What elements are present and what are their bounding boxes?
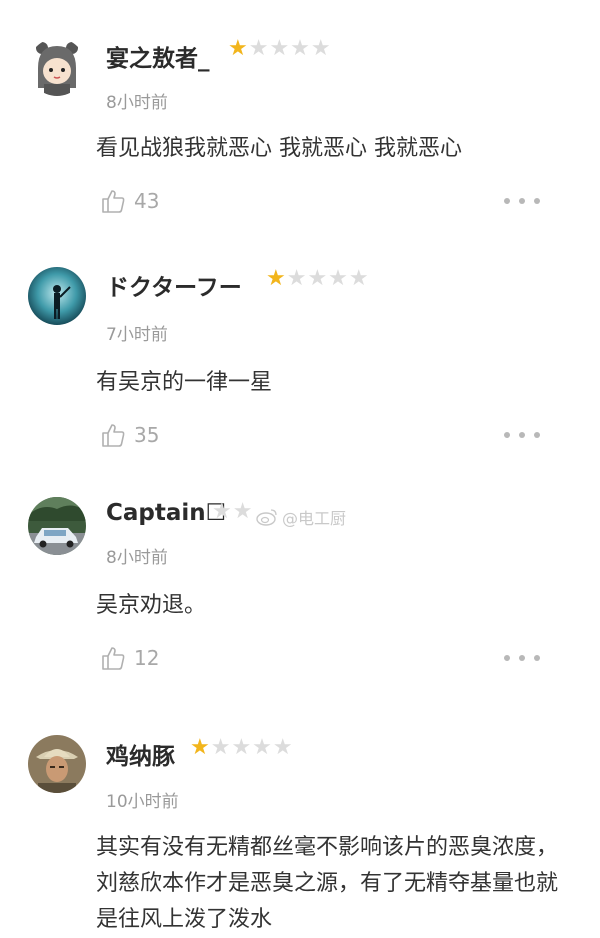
user-avatar[interactable] <box>28 38 86 96</box>
weibo-icon <box>256 509 277 526</box>
more-options-button[interactable] <box>504 430 540 440</box>
dot-icon <box>504 655 510 661</box>
watermark-text: @电工厨 <box>282 509 347 528</box>
review-text: 有吴京的一律一星 <box>96 370 273 395</box>
like-count: 43 <box>134 189 160 213</box>
weibo-watermark: @电工厨 <box>256 505 346 529</box>
review-time: 10小时前 <box>106 792 179 812</box>
user-avatar[interactable] <box>28 735 86 793</box>
review-text: 吴京劝退。 <box>96 593 207 618</box>
username[interactable]: 鸡纳豚 <box>106 737 175 771</box>
silhouette-teal-avatar-icon <box>28 267 86 325</box>
star-empty-icon: ★★★★ <box>286 266 370 291</box>
star-empty-icon: ★★★★ <box>210 735 294 760</box>
dot-icon <box>519 198 525 204</box>
username[interactable]: ドクターフー <box>106 268 242 302</box>
more-options-button[interactable] <box>504 653 540 663</box>
review-item: 鸡纳豚 ★★★★★ 10小时前 其实有没有无精都丝毫不影响该片的恶臭浓度，刘慈欣… <box>0 710 600 932</box>
like-count: 12 <box>134 646 160 670</box>
more-options-button[interactable] <box>504 196 540 206</box>
cartoon-bear-hood-avatar-icon <box>28 38 86 96</box>
review-item: ドクターフー ★★★★★ 7小时前 有吴京的一律一星 35 <box>0 235 600 470</box>
like-count: 35 <box>134 423 160 447</box>
username[interactable]: 宴之敖者_ <box>106 39 210 73</box>
star-rating: ★★ <box>212 499 253 524</box>
thumbs-up-icon <box>102 647 125 670</box>
review-text: 看见战狼我就恶心 我就恶心 我就恶心 <box>96 136 462 161</box>
star-empty-icon: ★★ <box>212 499 254 524</box>
dot-icon <box>519 432 525 438</box>
like-button[interactable]: 12 <box>100 644 159 672</box>
review-item: 宴之敖者_ ★★★★★ 8小时前 看见战狼我就恶心 我就恶心 我就恶心 43 <box>0 0 600 235</box>
dot-icon <box>534 432 540 438</box>
star-filled-icon: ★ <box>266 266 287 291</box>
star-empty-icon: ★★★★ <box>248 36 332 61</box>
dot-icon <box>519 655 525 661</box>
star-filled-icon: ★ <box>190 735 211 760</box>
star-rating: ★★★★★ <box>266 266 370 291</box>
man-safari-hat-avatar-icon <box>28 735 86 793</box>
review-time: 7小时前 <box>106 325 168 345</box>
like-button[interactable]: 35 <box>100 421 159 449</box>
dot-icon <box>534 198 540 204</box>
star-rating: ★★★★★ <box>228 36 332 61</box>
car-photo-avatar-icon <box>28 497 86 555</box>
thumbs-up-icon <box>102 190 125 213</box>
star-filled-icon: ★ <box>228 36 249 61</box>
dot-icon <box>534 655 540 661</box>
review-time: 8小时前 <box>106 548 168 568</box>
dot-icon <box>504 432 510 438</box>
thumbs-up-icon <box>102 424 125 447</box>
review-time: 8小时前 <box>106 93 168 113</box>
like-button[interactable]: 43 <box>100 187 159 215</box>
dot-icon <box>504 198 510 204</box>
username[interactable]: Captain☐ <box>106 500 226 526</box>
user-avatar[interactable] <box>28 497 86 555</box>
star-rating: ★★★★★ <box>190 735 294 760</box>
user-avatar[interactable] <box>28 267 86 325</box>
